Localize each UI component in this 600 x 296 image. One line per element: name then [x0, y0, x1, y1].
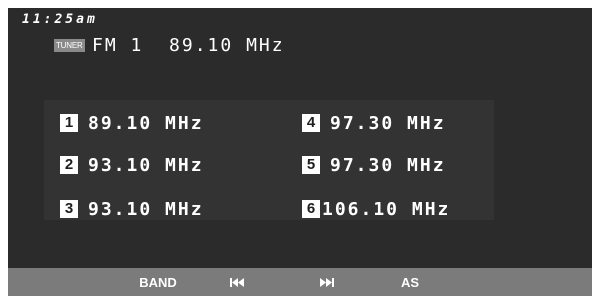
source-badge: TUNER — [54, 39, 85, 52]
current-station: FM 1 89.10 MHz — [92, 35, 285, 56]
preset-frequency: 106.10 MHz — [322, 198, 451, 220]
preset-1[interactable]: 1 89.10 MHz — [60, 112, 204, 134]
preset-frequency: 97.30 MHz — [330, 112, 446, 134]
current-band: FM 1 — [92, 35, 144, 56]
preset-number: 5 — [302, 156, 320, 174]
preset-number: 1 — [60, 114, 78, 132]
preset-6[interactable]: 6 106.10 MHz — [302, 198, 450, 220]
clock: 11:25am — [22, 12, 98, 27]
seek-back-icon — [230, 278, 244, 287]
preset-number: 3 — [60, 200, 78, 218]
auto-store-button[interactable]: AS — [392, 268, 428, 296]
preset-frequency: 97.30 MHz — [330, 154, 446, 176]
preset-number: 4 — [302, 114, 320, 132]
preset-number: 2 — [60, 156, 78, 174]
preset-5[interactable]: 5 97.30 MHz — [302, 154, 446, 176]
preset-2[interactable]: 2 93.10 MHz — [60, 154, 204, 176]
bottom-toolbar: BAND AS — [8, 268, 592, 296]
preset-4[interactable]: 4 97.30 MHz — [302, 112, 446, 134]
seek-forward-icon — [320, 278, 334, 287]
current-frequency: 89.10 MHz — [169, 35, 285, 56]
seek-forward-button[interactable] — [312, 268, 342, 296]
display-panel: 11:25am TUNER FM 1 89.10 MHz 1 89.10 MHz… — [8, 8, 592, 268]
preset-frequency: 93.10 MHz — [88, 154, 204, 176]
seek-back-button[interactable] — [222, 268, 252, 296]
tuner-screen: 11:25am TUNER FM 1 89.10 MHz 1 89.10 MHz… — [0, 0, 600, 296]
band-button[interactable]: BAND — [128, 268, 188, 296]
preset-number: 6 — [302, 200, 320, 218]
preset-list: 1 89.10 MHz 2 93.10 MHz 3 93.10 MHz 4 97… — [44, 100, 494, 220]
preset-3[interactable]: 3 93.10 MHz — [60, 198, 204, 220]
preset-frequency: 89.10 MHz — [88, 112, 204, 134]
preset-frequency: 93.10 MHz — [88, 198, 204, 220]
